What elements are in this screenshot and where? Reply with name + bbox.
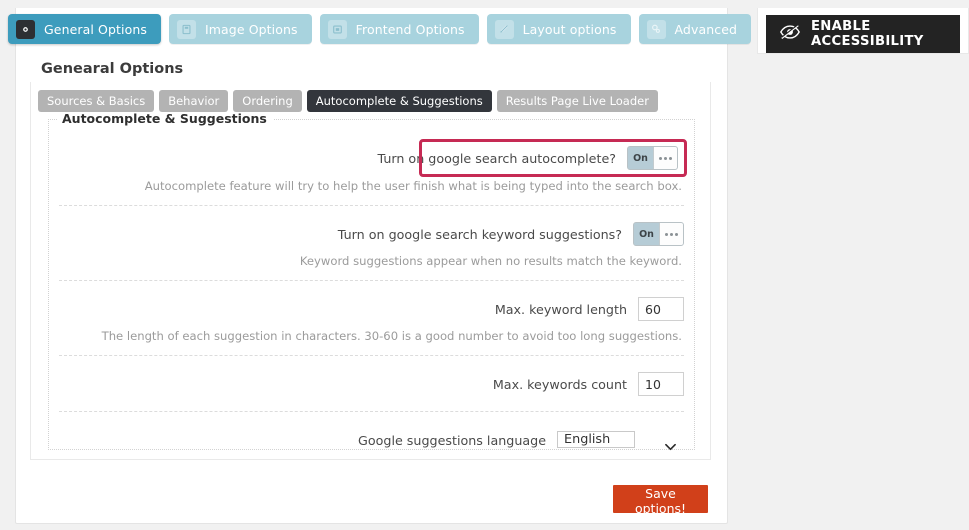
tab-layout-options[interactable]: Layout options <box>486 14 631 44</box>
tab-label: Frontend Options <box>355 21 465 37</box>
tab-frontend-options[interactable]: Frontend Options <box>319 14 479 44</box>
option-label: Turn on google search keyword suggestion… <box>337 226 622 242</box>
option-label: Max. keywords count <box>492 376 627 392</box>
row-spacer <box>49 412 694 425</box>
image-icon <box>176 19 196 39</box>
row-spacer <box>49 356 694 369</box>
row-control-area: Turn on google search keyword suggestion… <box>59 219 684 249</box>
tab-label: Image Options <box>204 21 298 37</box>
row-control-area: Max. keyword length <box>59 294 684 324</box>
sub-tab-ordering[interactable]: Ordering <box>233 90 302 112</box>
sub-tab-sources-basics[interactable]: Sources & Basics <box>38 90 155 112</box>
handle-dot <box>665 232 668 236</box>
accessibility-panel: ENABLE ACCESSIBILITY <box>757 8 969 54</box>
row-spacer <box>49 206 694 219</box>
sub-tab-results-page-live-loader[interactable]: Results Page Live Loader <box>496 90 658 112</box>
handle-dot <box>659 156 662 160</box>
max-keyword-length-input[interactable] <box>638 297 684 321</box>
language-select-wrapper[interactable]: English <box>557 428 684 453</box>
fieldset-legend: Autocomplete & Suggestions <box>58 111 274 126</box>
handle-dot <box>675 232 678 236</box>
gear-icon <box>16 19 35 39</box>
option-label: Turn on google search autocomplete? <box>377 150 617 166</box>
highlight-box: Turn on google search autocomplete? On <box>378 139 687 177</box>
save-options-button[interactable]: Save options! <box>613 485 708 516</box>
sub-tab-autocomplete-suggestions[interactable]: Autocomplete & Suggestions <box>306 90 492 112</box>
tab-label: General Options <box>44 21 147 37</box>
option-row-keyword-suggestions: Turn on google search keyword suggestion… <box>49 219 694 281</box>
sub-tab-behavior[interactable]: Behavior <box>159 90 229 112</box>
row-separator <box>59 355 684 356</box>
max-keywords-count-input[interactable] <box>638 372 684 396</box>
option-row-max-keywords-count: Max. keywords count <box>49 369 694 412</box>
handle-dot <box>670 232 673 236</box>
row-control-area: Max. keywords count <box>59 369 684 399</box>
tab-advanced[interactable]: Advanced <box>638 14 752 44</box>
option-description: The length of each suggestion in charact… <box>101 329 682 343</box>
toggle-handle[interactable] <box>659 223 683 245</box>
settings-icon <box>646 19 666 39</box>
accessibility-label: ENABLE ACCESSIBILITY <box>811 19 924 49</box>
row-separator <box>59 205 684 206</box>
monitor-icon <box>327 19 347 39</box>
enable-accessibility-button[interactable]: ENABLE ACCESSIBILITY <box>766 15 960 53</box>
page-title: Genearal Options <box>41 61 184 77</box>
option-label: Max. keyword length <box>494 301 627 317</box>
eye-slash-icon <box>779 23 801 44</box>
handle-dot <box>664 156 667 160</box>
pencil-icon <box>494 19 514 39</box>
autocomplete-fieldset: Autocomplete & Suggestions Turn on googl… <box>48 111 695 450</box>
option-rows: Turn on google search autocomplete? On A… <box>49 139 694 455</box>
option-row-suggestions-language: Google suggestions language English <box>49 425 694 455</box>
tab-label: Advanced <box>674 21 738 37</box>
row-spacer <box>49 281 694 294</box>
option-row-google-autocomplete: Turn on google search autocomplete? On A… <box>49 139 694 206</box>
option-label: Google suggestions language <box>358 432 546 448</box>
sub-tab-bar: Sources & Basics Behavior Ordering Autoc… <box>38 90 658 112</box>
toggle-state-label: On <box>628 147 653 169</box>
option-description: Autocomplete feature will try to help th… <box>144 179 682 193</box>
option-row-max-keyword-length: Max. keyword length The length of each s… <box>49 294 694 356</box>
toggle-state-label: On <box>634 223 659 245</box>
row-separator <box>59 280 684 281</box>
chevron-down-icon <box>665 436 676 455</box>
toggle-handle[interactable] <box>653 147 677 169</box>
tab-label: Layout options <box>522 21 617 37</box>
toggle-keyword-suggestions[interactable]: On <box>633 222 684 246</box>
row-separator <box>59 411 684 412</box>
app-page: General Options Image Options Frontend O… <box>0 0 969 530</box>
tab-general-options[interactable]: General Options <box>8 14 161 44</box>
row-control-area: Google suggestions language English <box>59 425 684 455</box>
primary-tab-bar: General Options Image Options Frontend O… <box>8 14 752 44</box>
toggle-google-autocomplete[interactable]: On <box>627 146 678 170</box>
handle-dot <box>669 156 672 160</box>
tab-image-options[interactable]: Image Options <box>168 14 312 44</box>
option-description: Keyword suggestions appear when no resul… <box>299 254 682 268</box>
language-select[interactable]: English <box>557 430 636 448</box>
